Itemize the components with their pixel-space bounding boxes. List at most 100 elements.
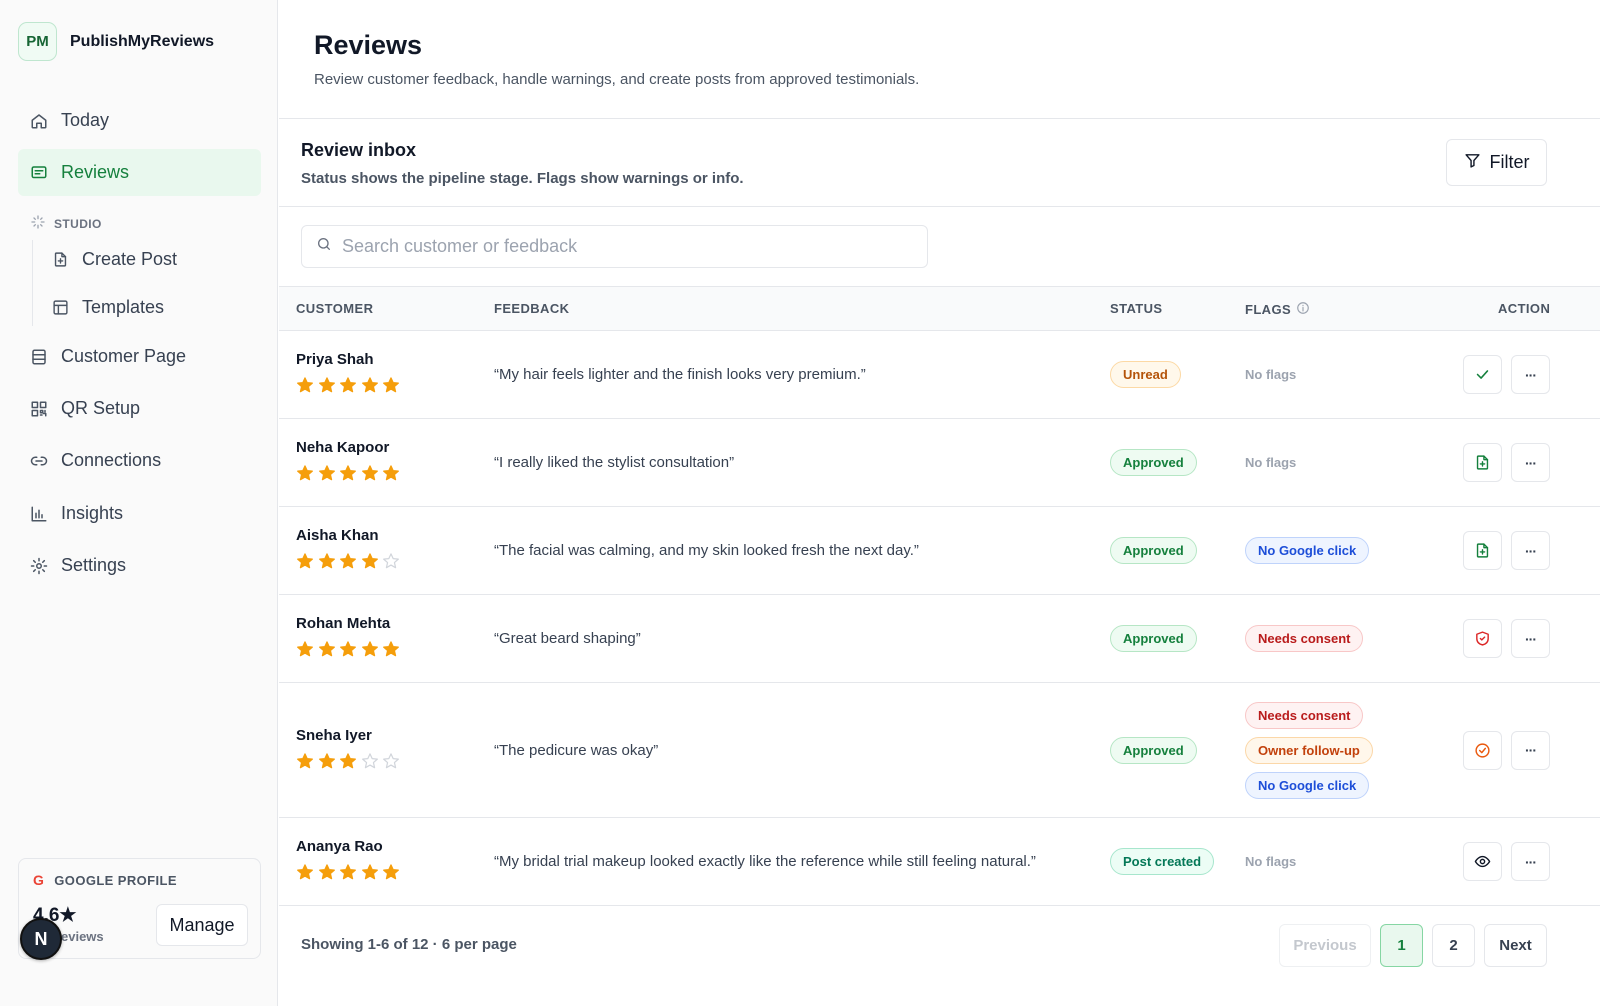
filter-button[interactable]: Filter [1446,139,1547,186]
row-action-button[interactable] [1463,443,1502,482]
avatar[interactable]: N [20,918,62,960]
star-filled-icon [318,552,340,575]
sidebar-item-customer-page[interactable]: Customer Page [18,333,261,380]
more-horizontal-icon: ··· [1525,542,1537,559]
sidebar-item-connections[interactable]: Connections [18,437,261,484]
file-plus-icon [52,251,69,268]
star-filled-icon [339,464,361,487]
star-filled-icon [318,752,340,775]
more-options-button[interactable]: ··· [1511,730,1550,770]
no-flags-text: No flags [1245,367,1297,382]
next-page-button[interactable]: Next [1484,924,1547,967]
star-filled-icon [382,863,404,886]
flag-owner-follow-up: Owner follow-up [1245,736,1373,764]
file-plus-icon [1474,454,1491,471]
star-filled-icon [382,464,404,487]
column-header-flags: FLAGS [1245,301,1310,318]
search-icon [316,236,342,257]
sidebar-item-label: Templates [82,296,165,317]
more-options-button[interactable]: ··· [1511,531,1550,570]
star-filled-icon [339,640,361,663]
sidebar-item-label: Today [61,110,110,130]
table-row[interactable]: Sneha Iyer “The pedicure was okay” Approve… [279,683,1600,818]
star-empty-icon [361,752,383,775]
message-square-icon [30,164,48,182]
feedback-text: “I really liked the stylist consultation… [494,454,735,471]
feedback-text: “My bridal trial makeup looked exactly l… [494,853,1036,870]
star-rating [296,640,404,663]
sidebar-item-templates[interactable]: Templates [40,286,261,328]
star-filled-icon [382,376,404,399]
brand[interactable]: PM PublishMyReviews [18,22,214,61]
page-2-button[interactable]: 2 [1432,924,1475,967]
divider [279,206,1600,207]
status-badge: Approved [1110,537,1197,564]
star-filled-icon [296,863,318,886]
check-circle-icon [1474,742,1491,759]
eye-icon [1474,853,1491,870]
star-filled-icon [296,464,318,487]
brand-name: PublishMyReviews [70,32,215,50]
column-header-feedback: FEEDBACK [494,301,570,316]
star-empty-icon [382,552,404,575]
sidebar: PM PublishMyReviews Today Reviews STUDIO… [0,0,278,1006]
table-row[interactable]: Neha Kapoor “I really liked the stylist c… [279,419,1600,507]
list-icon [30,348,48,366]
row-action-button[interactable] [1463,619,1502,658]
page-1-button[interactable]: 1 [1380,924,1423,967]
star-filled-icon [296,376,318,399]
customer-name: Aisha Khan [296,527,379,544]
sidebar-item-today[interactable]: Today [18,97,261,144]
flag-needs-consent: Needs consent [1245,701,1364,729]
table-row[interactable]: Priya Shah “My hair feels lighter and the… [279,331,1600,419]
search-input[interactable] [342,236,902,257]
table-header: CUSTOMER FEEDBACK STATUS FLAGS ACTION [279,286,1600,331]
filter-label: Filter [1489,152,1530,172]
more-horizontal-icon: ··· [1525,742,1537,758]
sidebar-item-qr-setup[interactable]: QR Setup [18,385,261,432]
row-action-button[interactable] [1463,355,1502,394]
divider [279,118,1600,119]
row-action-button[interactable] [1463,531,1502,570]
row-action-button[interactable] [1463,730,1502,770]
feedback-text: “The pedicure was okay” [494,741,659,759]
no-flags-text: No flags [1245,455,1297,470]
more-options-button[interactable]: ··· [1511,355,1550,394]
sidebar-item-insights[interactable]: Insights [18,490,261,537]
table-row[interactable]: Rohan Mehta “Great beard shaping” Approved… [279,595,1600,683]
sidebar-item-settings[interactable]: Settings [18,542,261,589]
star-filled-icon [339,863,361,886]
brand-logo: PM [18,22,57,61]
more-horizontal-icon: ··· [1525,366,1537,383]
star-empty-icon [382,752,404,775]
studio-label-text: STUDIO [54,216,102,231]
page-title: Reviews [314,30,423,60]
column-header-action: ACTION [1498,301,1551,316]
google-profile-label: GOOGLE PROFILE [54,872,177,888]
table-row[interactable]: Aisha Khan “The facial was calming, and m… [279,507,1600,595]
pagination-summary: Showing 1-6 of 12 · 6 per page [301,936,517,953]
main-content: Reviews Review customer feedback, handle… [279,0,1600,1006]
star-rating [296,552,404,575]
sidebar-item-reviews[interactable]: Reviews [18,149,261,196]
bar-chart-icon [30,505,48,523]
sidebar-item-label: Customer Page [61,346,187,366]
star-filled-icon [361,640,383,663]
more-options-button[interactable]: ··· [1511,443,1550,482]
info-icon[interactable] [1291,301,1310,318]
more-options-button[interactable]: ··· [1511,619,1550,658]
table-row[interactable]: Ananya Rao “My bridal trial makeup looked… [279,818,1600,906]
check-icon [1474,366,1491,383]
star-filled-icon [361,376,383,399]
status-badge: Approved [1110,625,1197,652]
more-options-button[interactable]: ··· [1511,842,1550,881]
star-filled-icon [361,464,383,487]
previous-page-button[interactable]: Previous [1279,924,1371,967]
qr-code-icon [30,400,48,418]
row-action-button[interactable] [1463,842,1502,881]
sidebar-item-create-post[interactable]: Create Post [40,238,261,280]
manage-button[interactable]: Manage [156,904,248,946]
search-box [301,225,928,268]
customer-name: Ananya Rao [296,838,383,855]
star-filled-icon [296,752,318,775]
